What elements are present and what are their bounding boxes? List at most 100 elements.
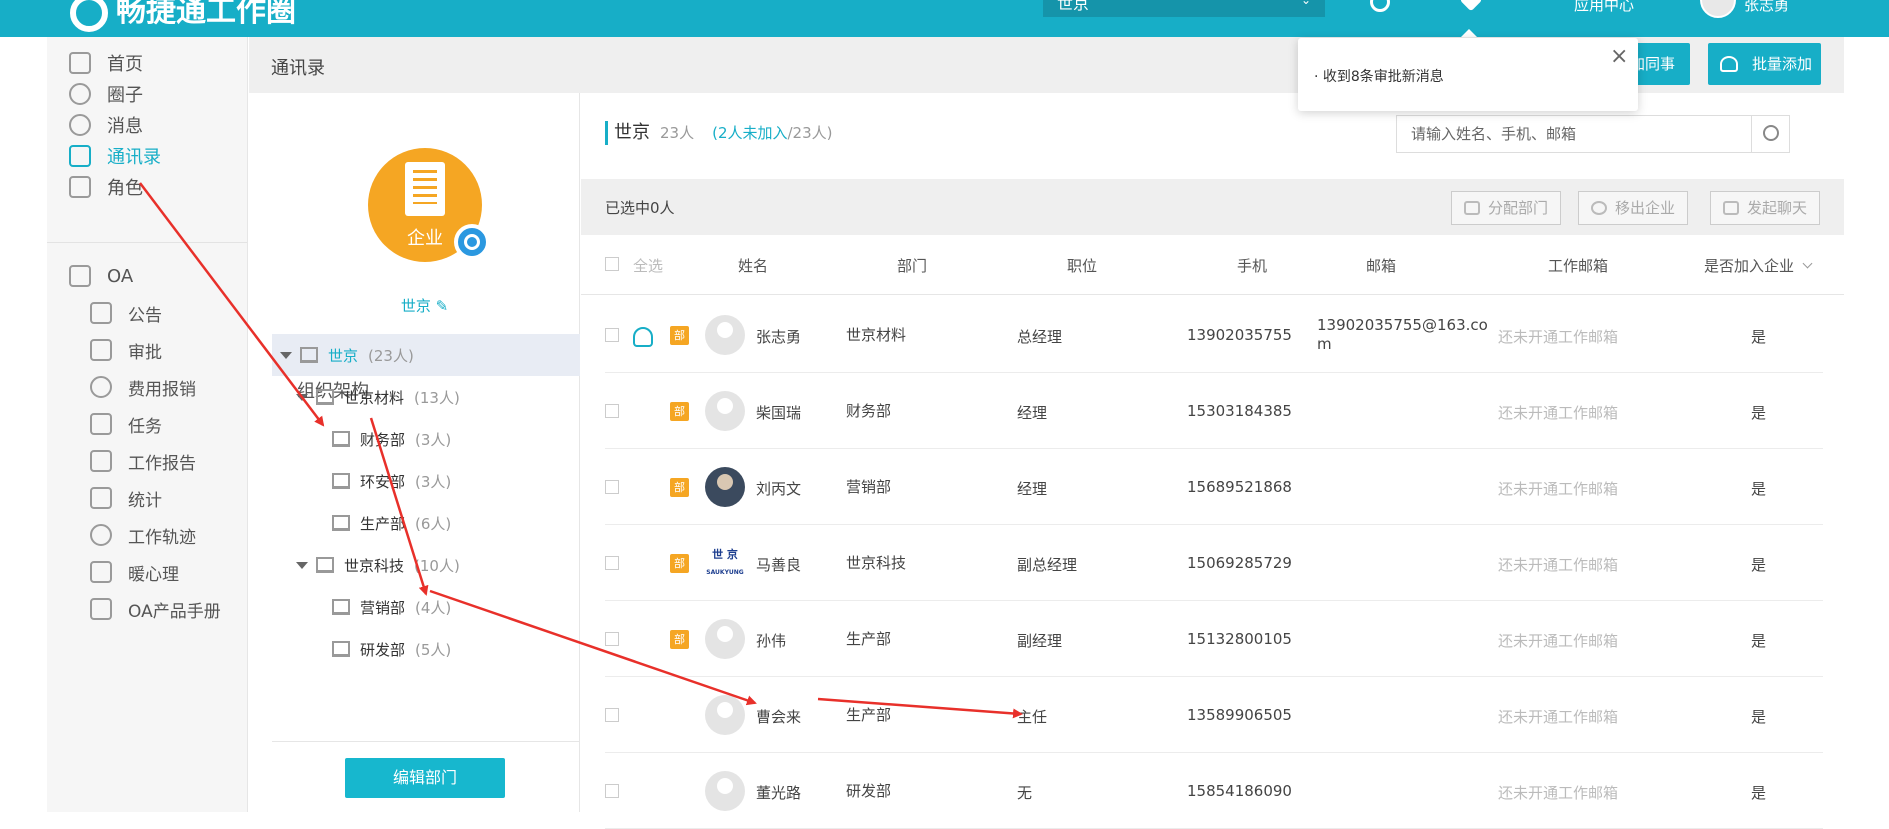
member-joined: 是 <box>1751 632 1767 650</box>
not-joined-link[interactable]: (2人未加入 <box>712 124 787 142</box>
member-name[interactable]: 董光路 <box>756 782 801 803</box>
member-count: 23人 <box>660 124 695 142</box>
user-name[interactable]: 张志勇 <box>1744 0 1789 15</box>
app-logo[interactable]: 畅捷通工作圈 <box>70 0 296 32</box>
table-row[interactable]: 曹会来 生产部 主任 13589906505 还未开通工作邮箱 是 <box>605 677 1823 753</box>
table-row[interactable]: 部 孙伟 生产部 副经理 15132800105 还未开通工作邮箱 是 <box>605 601 1823 677</box>
member-dept: 营销部 <box>846 478 892 496</box>
row-checkbox[interactable] <box>605 784 619 798</box>
edit-icon[interactable]: ✎ <box>436 297 449 315</box>
start-chat-button[interactable]: 发起聊天 <box>1710 191 1821 225</box>
tree-node-root[interactable]: 世京 (23人) <box>272 334 580 376</box>
notification-text[interactable]: · 收到8条审批新消息 <box>1314 66 1444 86</box>
dept-head-badge: 部 <box>670 402 689 421</box>
brand-logo-subtext: SAUKYUNG <box>706 569 744 576</box>
sidebar-item-home[interactable]: 首页 <box>69 50 143 76</box>
sidebar-item-announcement[interactable]: 公告 <box>90 300 162 326</box>
select-all-label[interactable]: 全选 <box>633 255 663 276</box>
tree-node-marketing[interactable]: 营销部 (4人) <box>272 586 580 628</box>
member-dept: 财务部 <box>846 402 892 420</box>
tree-node-count: (5人) <box>415 640 452 659</box>
avatar[interactable] <box>705 619 745 659</box>
tree-node-finance[interactable]: 财务部 (3人) <box>272 418 580 460</box>
tree-node-safety[interactable]: 环安部 (3人) <box>272 460 580 502</box>
home-icon <box>69 52 91 74</box>
search-icon[interactable] <box>1370 0 1390 12</box>
table-row[interactable]: 部 张志勇 世京材料 总经理 13902035755 13902035755@1… <box>605 297 1823 373</box>
table-row[interactable]: 部 柴国瑞 财务部 经理 15303184385 还未开通工作邮箱 是 <box>605 373 1823 449</box>
company-name[interactable]: 世京 ✎ <box>249 295 600 316</box>
member-position: 副总经理 <box>1017 556 1078 574</box>
member-name[interactable]: 柴国瑞 <box>756 402 801 423</box>
sidebar-item-track[interactable]: 工作轨迹 <box>90 522 196 548</box>
avatar[interactable]: 世 京 SAUKYUNG <box>705 543 745 583</box>
sidebar-item-contacts[interactable]: 通讯录 <box>69 143 161 169</box>
member-name[interactable]: 张志勇 <box>756 326 801 347</box>
sidebar-item-task[interactable]: 任务 <box>90 411 162 437</box>
member-name[interactable]: 马善良 <box>756 554 801 575</box>
row-checkbox[interactable] <box>605 404 619 418</box>
notification-icon[interactable] <box>1459 0 1483 12</box>
member-name[interactable]: 刘丙文 <box>756 478 801 499</box>
tree-node-materials[interactable]: 世京材料 (13人) <box>272 376 580 418</box>
tree-node-label: 环安部 <box>360 472 406 491</box>
sidebar-item-care[interactable]: 暖心理 <box>90 559 179 585</box>
tree-node-production[interactable]: 生产部 (6人) <box>272 502 580 544</box>
close-icon[interactable]: × <box>1610 46 1628 68</box>
sidebar-item-label: 审批 <box>128 342 162 363</box>
member-list-panel: 世京 23人 (2人未加入/23人) 已选中0人 分配部门 移出企业 发起聊天 全选… <box>581 93 1844 829</box>
select-all-checkbox[interactable] <box>605 257 619 271</box>
document-icon <box>90 598 112 620</box>
member-name[interactable]: 曹会来 <box>756 706 801 727</box>
table-row[interactable]: 部 世 京 SAUKYUNG 马善良 世京科技 副总经理 15069285729 … <box>605 525 1823 601</box>
company-select-value: 世京 <box>1057 0 1090 13</box>
sidebar-item-approval[interactable]: 审批 <box>90 337 162 363</box>
collapse-icon[interactable] <box>296 393 308 401</box>
search-button[interactable] <box>1751 116 1789 152</box>
table-row[interactable]: 董光路 研发部 无 15854186090 还未开通工作邮箱 是 <box>605 753 1823 829</box>
app-center-menu[interactable]: 应用中心 <box>1574 0 1634 15</box>
tree-node-label: 生产部 <box>360 514 406 533</box>
search-box <box>1396 115 1790 153</box>
collapse-icon[interactable] <box>280 351 292 359</box>
member-name[interactable]: 孙伟 <box>756 630 786 651</box>
circle-icon <box>69 83 91 105</box>
gear-icon[interactable] <box>454 224 490 260</box>
avatar[interactable] <box>705 771 745 811</box>
row-checkbox[interactable] <box>605 556 619 570</box>
table-row[interactable]: 部 刘丙文 营销部 经理 15689521868 还未开通工作邮箱 是 <box>605 449 1823 525</box>
remove-from-enterprise-button[interactable]: 移出企业 <box>1578 191 1689 225</box>
member-work-email: 还未开通工作邮箱 <box>1498 632 1619 650</box>
edit-department-button[interactable]: 编辑部门 <box>345 758 505 798</box>
avatar[interactable] <box>705 315 745 355</box>
avatar[interactable] <box>705 467 745 507</box>
sidebar-item-expense[interactable]: 费用报销 <box>90 374 196 400</box>
row-checkbox[interactable] <box>605 480 619 494</box>
avatar[interactable] <box>705 695 745 735</box>
logo-icon <box>70 0 108 32</box>
tree-node-label: 世京 <box>328 346 359 365</box>
batch-add-button[interactable]: 批量添加 <box>1708 43 1821 85</box>
sidebar-item-messages[interactable]: 消息 <box>69 112 143 138</box>
logo-text: 畅捷通工作圈 <box>116 0 296 29</box>
row-checkbox[interactable] <box>605 708 619 722</box>
search-input[interactable] <box>1397 116 1752 152</box>
tree-node-rd[interactable]: 研发部 (5人) <box>272 628 580 670</box>
assign-icon <box>1464 201 1480 215</box>
tree-node-tech[interactable]: 世京科技 (10人) <box>272 544 580 586</box>
sidebar-item-report[interactable]: 工作报告 <box>90 448 196 474</box>
row-checkbox[interactable] <box>605 328 619 342</box>
avatar[interactable] <box>705 391 745 431</box>
column-header-joined[interactable]: 是否加入企业 <box>1704 255 1813 276</box>
company-select[interactable]: 世京 ⌄ <box>1043 0 1325 17</box>
tree-node-label: 财务部 <box>360 430 406 449</box>
assign-department-button[interactable]: 分配部门 <box>1451 191 1562 225</box>
user-avatar[interactable] <box>1700 0 1736 18</box>
sidebar-item-oa[interactable]: OA <box>69 263 133 289</box>
row-checkbox[interactable] <box>605 632 619 646</box>
collapse-icon[interactable] <box>296 561 308 569</box>
sidebar-item-manual[interactable]: OA产品手册 <box>90 596 221 622</box>
sidebar-item-circle[interactable]: 圈子 <box>69 81 143 107</box>
sidebar-item-stats[interactable]: 统计 <box>90 485 162 511</box>
sidebar-item-roles[interactable]: 角色 <box>69 174 143 200</box>
